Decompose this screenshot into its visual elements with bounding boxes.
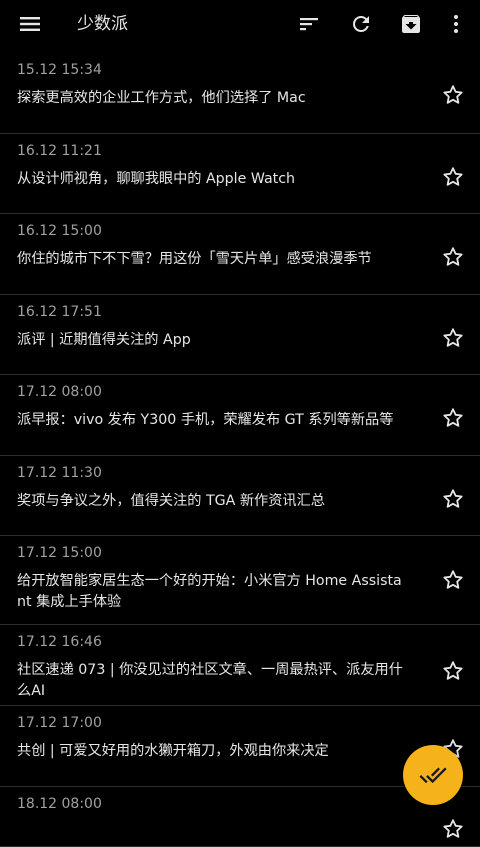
article-row[interactable]: 17.12 15:00 给开放智能家居生态一个好的开始：小米官方 Home Ass… <box>0 536 480 625</box>
article-title: 派早报：vivo 发布 Y300 手机，荣耀发布 GT 系列等新品等 <box>17 412 394 428</box>
menu-icon <box>20 17 40 31</box>
star-button[interactable] <box>438 814 468 844</box>
archive-button[interactable] <box>391 4 431 44</box>
archive-icon <box>402 15 420 33</box>
star-button[interactable] <box>438 80 468 110</box>
star-icon <box>443 570 463 589</box>
article-row[interactable]: 17.12 08:00 派早报：vivo 发布 Y300 手机，荣耀发布 GT 系… <box>0 375 480 456</box>
article-time: 17.12 17:00 <box>17 715 102 731</box>
refresh-button[interactable] <box>341 4 381 44</box>
star-icon <box>443 489 463 508</box>
menu-button[interactable] <box>10 4 50 44</box>
article-row[interactable]: 16.12 15:00 你住的城市下不下雪？用这份「雪天片单」感受浪漫季节 <box>0 214 480 295</box>
star-button[interactable] <box>438 565 468 595</box>
article-time: 15.12 15:34 <box>17 62 102 78</box>
article-time: 16.12 15:00 <box>17 223 102 239</box>
article-row[interactable]: 17.12 16:46 社区速递 073 | 你没见过的社区文章、一周最热评、派友… <box>0 625 480 706</box>
star-button[interactable] <box>438 242 468 272</box>
article-row[interactable]: 16.12 11:21 从设计师视角，聊聊我眼中的 Apple Watch <box>0 134 480 214</box>
star-icon <box>443 85 463 104</box>
article-row[interactable]: 17.12 11:30 奖项与争议之外，值得关注的 TGA 新作资讯汇总 <box>0 456 480 536</box>
article-time: 18.12 08:00 <box>17 796 102 812</box>
article-title: 给开放智能家居生态一个好的开始：小米官方 Home Assistant 集成上手… <box>17 573 402 610</box>
done-all-icon <box>419 767 447 784</box>
article-time: 16.12 11:21 <box>17 143 102 159</box>
article-title: 派评 | 近期值得关注的 App <box>17 332 191 348</box>
more-button[interactable] <box>436 4 476 44</box>
article-time: 17.12 11:30 <box>17 465 102 481</box>
article-time: 17.12 16:46 <box>17 634 102 650</box>
app-bar: 少数派 <box>0 0 480 48</box>
article-time: 16.12 17:51 <box>17 304 102 320</box>
article-title: 从设计师视角，聊聊我眼中的 Apple Watch <box>17 171 296 187</box>
sort-button[interactable] <box>289 4 329 44</box>
article-time: 17.12 15:00 <box>17 545 102 561</box>
star-icon <box>443 661 463 680</box>
mark-all-read-button[interactable] <box>403 745 463 805</box>
article-time: 17.12 08:00 <box>17 384 102 400</box>
article-list: 15.12 15:34 探索更高效的企业工作方式，他们选择了 Mac 16.12 1… <box>0 53 480 847</box>
star-icon <box>443 167 463 186</box>
star-button[interactable] <box>438 162 468 192</box>
refresh-icon <box>353 16 369 32</box>
article-row[interactable]: 15.12 15:34 探索更高效的企业工作方式，他们选择了 Mac <box>0 53 480 134</box>
app-title: 少数派 <box>77 14 128 34</box>
sort-icon <box>300 18 318 31</box>
article-row[interactable]: 16.12 17:51 派评 | 近期值得关注的 App <box>0 295 480 375</box>
article-title: 你住的城市下不下雪？用这份「雪天片单」感受浪漫季节 <box>17 251 372 267</box>
star-icon <box>443 819 463 838</box>
star-button[interactable] <box>438 323 468 353</box>
article-row[interactable]: 18.12 08:00 <box>0 787 480 847</box>
star-icon <box>443 328 463 347</box>
more-vert-icon <box>454 15 458 33</box>
article-title: 奖项与争议之外，值得关注的 TGA 新作资讯汇总 <box>17 493 325 509</box>
star-icon <box>443 247 463 266</box>
article-title: 共创 | 可爱又好用的水獭开箱刀，外观由你来决定 <box>17 743 329 759</box>
article-title: 探索更高效的企业工作方式，他们选择了 Mac <box>17 90 306 106</box>
star-button[interactable] <box>438 656 468 686</box>
star-button[interactable] <box>438 484 468 514</box>
article-title: 社区速递 073 | 你没见过的社区文章、一周最热评、派友用什么AI <box>17 662 403 699</box>
star-icon <box>443 408 463 427</box>
star-button[interactable] <box>438 403 468 433</box>
